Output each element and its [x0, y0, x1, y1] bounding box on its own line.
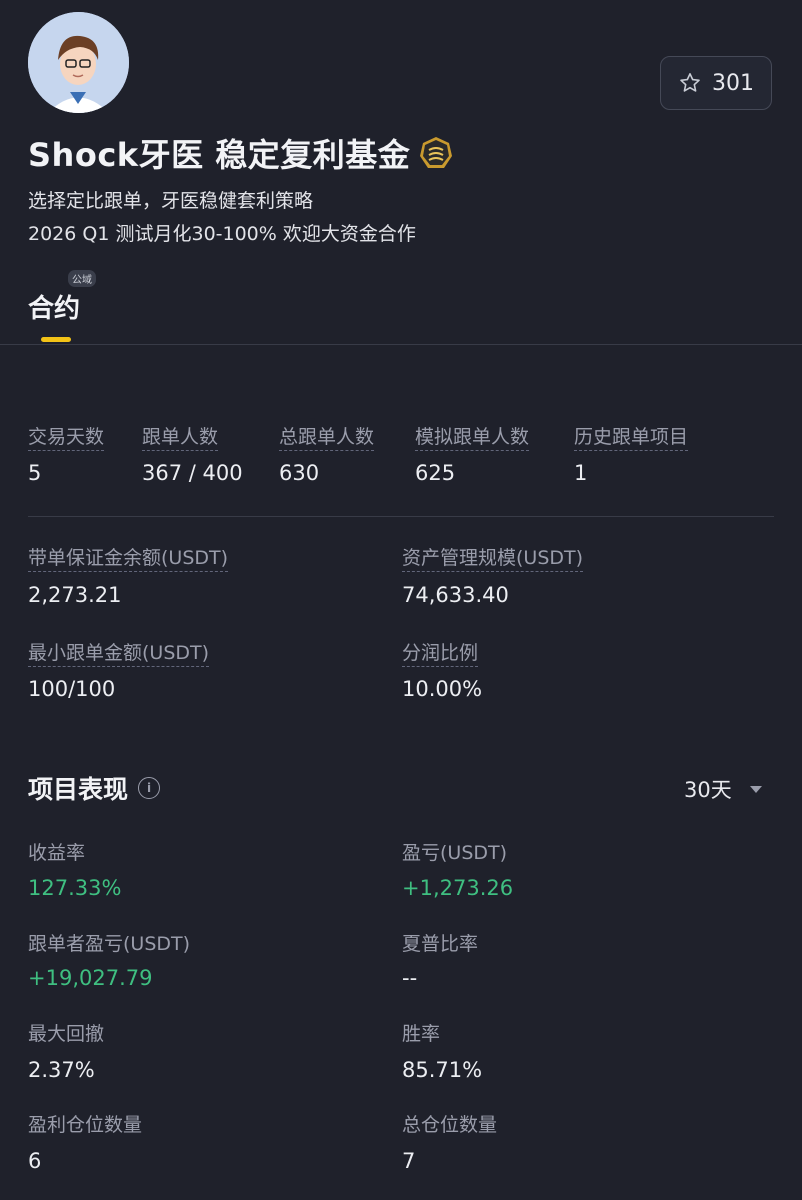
- aum-label[interactable]: 资产管理规模(USDT): [402, 543, 584, 572]
- follower-pnl-value: +19,027.79: [28, 966, 153, 990]
- sim-followers-value: 625: [415, 461, 456, 485]
- star-icon: [680, 73, 700, 92]
- aum-value: 74,633.40: [402, 583, 509, 607]
- roi-label: 收益率: [28, 842, 86, 864]
- win-rate-value: 85.71%: [402, 1058, 483, 1082]
- divider: [0, 344, 802, 345]
- profit-share-value: 10.00%: [402, 677, 483, 701]
- total-positions-label: 总仓位数量: [402, 1114, 498, 1136]
- active-tab-indicator: [41, 337, 71, 342]
- description-line-1: 选择定比跟单，牙医稳健套利策略: [28, 190, 314, 212]
- profit-positions-value: 6: [28, 1149, 42, 1173]
- min-amount-value: 100/100: [28, 677, 116, 701]
- gold-badge-icon: [420, 137, 453, 168]
- page-title: Shock牙医 稳定复利基金: [28, 130, 454, 176]
- period-value: 30天: [684, 778, 732, 802]
- followers-label[interactable]: 跟单人数: [142, 422, 219, 451]
- sharpe-label: 夏普比率: [402, 933, 479, 955]
- profit-share-label[interactable]: 分润比例: [402, 638, 479, 667]
- total-positions-value: 7: [402, 1149, 416, 1173]
- roi-value: 127.33%: [28, 876, 122, 900]
- performance-title: 项目表现: [28, 775, 129, 804]
- profit-positions-label: 盈利仓位数量: [28, 1114, 143, 1136]
- win-rate-label: 胜率: [402, 1023, 441, 1045]
- favorite-count: 301: [712, 70, 754, 96]
- max-drawdown-label: 最大回撤: [28, 1023, 105, 1045]
- favorite-button[interactable]: 301: [660, 56, 772, 110]
- followers-value: 367 / 400: [142, 461, 243, 485]
- pnl-value: +1,273.26: [402, 876, 514, 900]
- total-followers-label[interactable]: 总跟单人数: [279, 422, 375, 451]
- pnl-label: 盈亏(USDT): [402, 842, 508, 864]
- trading-days-value: 5: [28, 461, 42, 485]
- period-selector[interactable]: 30天: [684, 774, 762, 804]
- history-projects-value: 1: [574, 461, 588, 485]
- description-line-2: 2026 Q1 测试月化30-100% 欢迎大资金合作: [28, 223, 416, 245]
- divider: [28, 516, 774, 517]
- public-domain-badge: 公域: [68, 270, 96, 287]
- avatar[interactable]: [28, 12, 129, 113]
- section-title: 项目表现 i: [28, 770, 161, 806]
- margin-balance-label[interactable]: 带单保证金余额(USDT): [28, 543, 229, 572]
- follower-pnl-label: 跟单者盈亏(USDT): [28, 933, 191, 955]
- caret-down-icon: [749, 785, 762, 793]
- history-projects-label[interactable]: 历史跟单项目: [574, 422, 689, 451]
- avatar-cartoon-image: [28, 12, 129, 113]
- trading-days-label[interactable]: 交易天数: [28, 422, 105, 451]
- sharpe-value: --: [402, 966, 418, 990]
- tab-contract[interactable]: 合约: [28, 288, 80, 325]
- min-amount-label[interactable]: 最小跟单金额(USDT): [28, 638, 210, 667]
- max-drawdown-value: 2.37%: [28, 1058, 95, 1082]
- margin-balance-value: 2,273.21: [28, 583, 122, 607]
- sim-followers-label[interactable]: 模拟跟单人数: [415, 422, 530, 451]
- total-followers-value: 630: [279, 461, 320, 485]
- info-icon[interactable]: i: [138, 777, 161, 799]
- title-text: Shock牙医 稳定复利基金: [28, 136, 411, 174]
